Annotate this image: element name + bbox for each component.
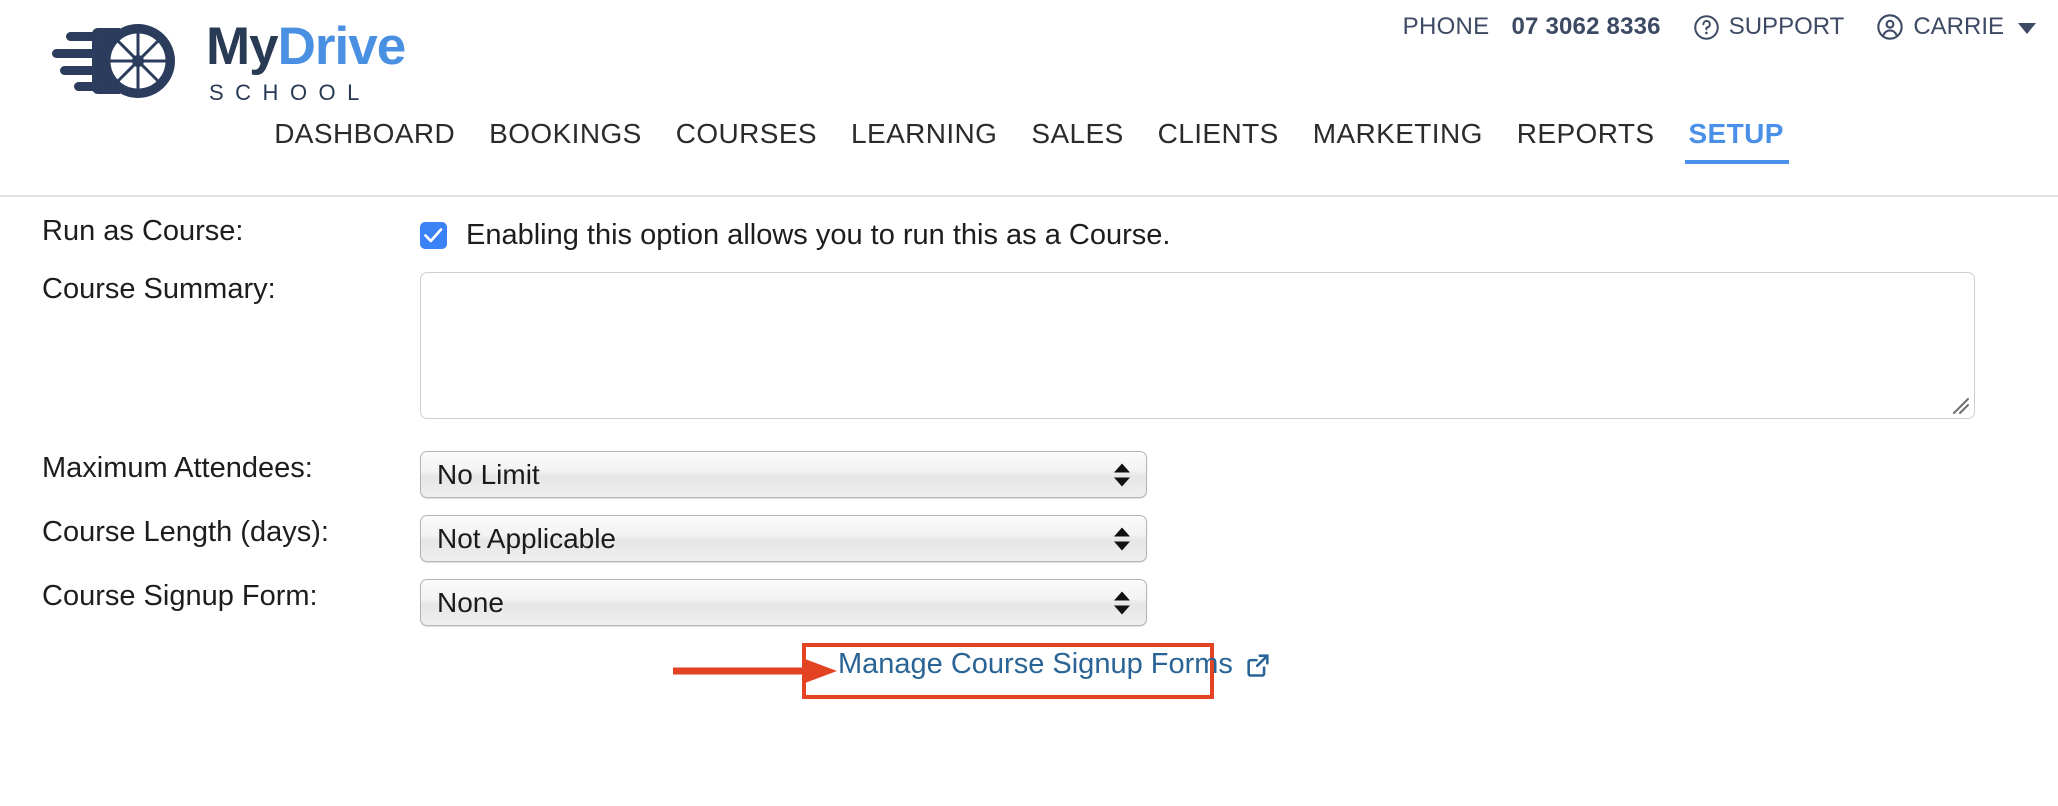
nav-item-clients[interactable]: CLIENTS: [1141, 118, 1296, 164]
course-signup-form-select[interactable]: None: [420, 579, 1147, 626]
brand-name-part1: My: [206, 17, 279, 76]
run-as-course-description: Enabling this option allows you to run t…: [466, 219, 1171, 251]
row-course-signup-form: Course Signup Form: None Manage Course S…: [0, 579, 2058, 705]
maximum-attendees-label: Maximum Attendees:: [42, 452, 313, 484]
nav-item-sales[interactable]: SALES: [1014, 118, 1140, 164]
brand-subtitle: SCHOOL: [209, 80, 371, 105]
check-icon: [424, 228, 443, 243]
phone-label: PHONE: [1402, 13, 1490, 40]
row-course-summary: Course Summary:: [0, 272, 2058, 419]
phone-info: PHONE 07 3062 8336: [1403, 13, 1661, 41]
course-signup-form-value: None: [437, 586, 504, 618]
nav-item-marketing[interactable]: MARKETING: [1296, 118, 1500, 164]
main-navigation: DASHBOARD BOOKINGS COURSES LEARNING SALES CLI…: [0, 118, 2058, 164]
manage-course-signup-forms-link[interactable]: Manage Course Signup Forms: [838, 648, 1272, 681]
row-run-as-course: Run as Course: Enabling this option allo…: [0, 214, 2058, 252]
course-length-label: Course Length (days):: [42, 516, 329, 548]
select-stepper-icon: [1114, 463, 1130, 486]
course-summary-label: Course Summary:: [42, 273, 276, 305]
user-label: CARRIE: [1913, 13, 2004, 40]
select-stepper-icon: [1114, 527, 1130, 550]
external-link-icon: [1247, 653, 1269, 677]
maximum-attendees-select[interactable]: No Limit: [420, 451, 1147, 498]
support-label: SUPPORT: [1728, 13, 1845, 40]
top-utility-bar: PHONE 07 3062 8336 SUPPORT CARRIE: [1403, 13, 2036, 41]
brand-name-part2: Drive: [277, 17, 407, 76]
brand-logo[interactable]: MyDrive SCHOOL: [52, 16, 407, 106]
nav-item-setup[interactable]: SETUP: [1671, 118, 1800, 164]
manage-link-area: Manage Course Signup Forms: [420, 643, 2058, 705]
run-as-course-label: Run as Course:: [42, 215, 244, 247]
row-course-length: Course Length (days): Not Applicable: [0, 515, 2058, 562]
course-signup-form-label: Course Signup Form:: [42, 580, 318, 612]
support-link[interactable]: SUPPORT: [1693, 13, 1845, 41]
maximum-attendees-value: No Limit: [437, 458, 540, 490]
user-menu[interactable]: CARRIE: [1876, 13, 2036, 41]
select-stepper-icon: [1114, 591, 1130, 614]
wheel-speed-icon: [52, 24, 175, 98]
brand-wordmark: MyDrive SCHOOL: [206, 17, 407, 105]
page-header: MyDrive SCHOOL PHONE 07 3062 8336 SUPPOR…: [0, 0, 2058, 197]
manage-course-signup-forms-label: Manage Course Signup Forms: [838, 648, 1233, 680]
user-circle-icon: [1877, 14, 1904, 40]
question-circle-icon: [1693, 14, 1719, 40]
course-summary-input[interactable]: [420, 272, 1975, 419]
phone-number[interactable]: 07 3062 8336: [1512, 13, 1661, 41]
course-settings-form: Run as Course: Enabling this option allo…: [0, 196, 2058, 705]
nav-item-courses[interactable]: COURSES: [659, 118, 834, 164]
chevron-down-icon: [2018, 23, 2036, 34]
course-length-value: Not Applicable: [437, 522, 617, 554]
run-as-course-checkbox[interactable]: [420, 222, 447, 249]
course-length-select[interactable]: Not Applicable: [420, 515, 1147, 562]
nav-item-dashboard[interactable]: DASHBOARD: [257, 118, 472, 164]
row-maximum-attendees: Maximum Attendees: No Limit: [0, 451, 2058, 498]
nav-item-reports[interactable]: REPORTS: [1500, 118, 1672, 164]
nav-item-bookings[interactable]: BOOKINGS: [472, 118, 659, 164]
nav-item-learning[interactable]: LEARNING: [834, 118, 1014, 164]
